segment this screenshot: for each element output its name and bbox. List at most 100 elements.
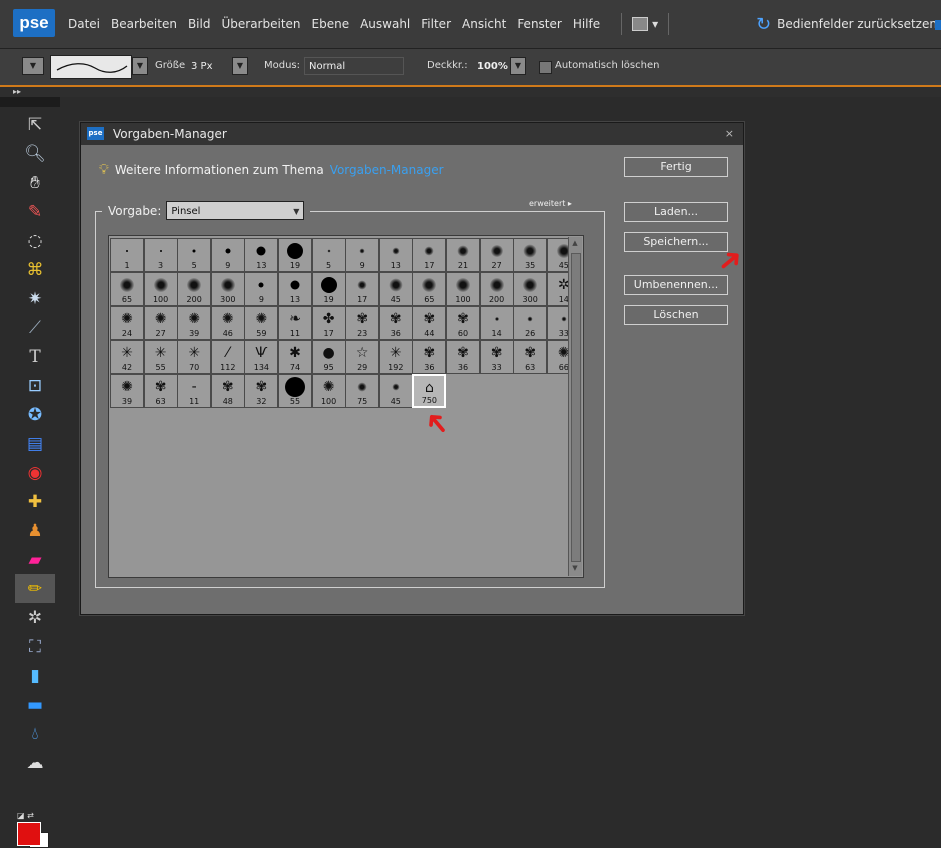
brush-preset[interactable]: ✾ 63 xyxy=(513,340,548,374)
brush-preset[interactable]: 21 xyxy=(446,238,480,272)
brush-preset[interactable]: ✳ 42 xyxy=(110,340,144,374)
menu-datei[interactable]: Datei xyxy=(68,17,100,31)
brush-preset[interactable]: 75 xyxy=(345,374,380,408)
shape-tool-icon[interactable]: ▬ xyxy=(15,690,55,719)
brush-preset[interactable]: ✤ 17 xyxy=(311,306,346,340)
sponge-tool-icon[interactable]: ☁ xyxy=(15,748,55,777)
brush-preset[interactable]: 17 xyxy=(412,238,447,272)
zoom-tool-icon[interactable]: 🔍︎ xyxy=(15,139,55,168)
mode-select[interactable]: Normal xyxy=(304,57,404,75)
brush-preset[interactable]: ✺ 39 xyxy=(110,374,144,408)
menu-ueberarbeiten[interactable]: Überarbeiten xyxy=(221,17,300,31)
layout-button[interactable]: ▾ xyxy=(632,17,658,31)
info-link[interactable]: Vorgaben-Manager xyxy=(330,163,444,177)
menu-auswahl[interactable]: Auswahl xyxy=(360,17,410,31)
scroll-up-icon[interactable]: ▲ xyxy=(570,239,580,249)
brush-preset[interactable]: ✺ 27 xyxy=(143,306,178,340)
lasso-tool-icon[interactable]: ⌘ xyxy=(15,255,55,284)
crop-tool-icon[interactable]: ⊡ xyxy=(15,371,55,400)
brush-preset[interactable]: 35 xyxy=(513,238,548,272)
brush-preset[interactable]: 45 xyxy=(378,374,413,408)
brush-preset[interactable]: ✳ 70 xyxy=(177,340,212,374)
menu-ansicht[interactable]: Ansicht xyxy=(462,17,506,31)
brush-preset[interactable]: 13 xyxy=(278,272,312,306)
opacity-field[interactable]: 100% xyxy=(472,57,508,75)
menu-hilfe[interactable]: Hilfe xyxy=(573,17,600,31)
brush-preset[interactable]: ☆ 29 xyxy=(345,340,380,374)
brush-preset[interactable]: ✾ 36 xyxy=(446,340,480,374)
brush-preset[interactable]: 9 xyxy=(345,238,380,272)
brush-preset[interactable]: 300 xyxy=(210,272,245,306)
menu-fenster[interactable]: Fenster xyxy=(517,17,562,31)
foreground-color-swatch[interactable] xyxy=(17,822,41,846)
menu-filter[interactable]: Filter xyxy=(421,17,451,31)
smart-brush-tool-icon[interactable]: ✲ xyxy=(15,603,55,632)
scroll-thumb[interactable] xyxy=(571,253,581,562)
brush-preset[interactable]: 9 xyxy=(244,272,279,306)
brush-preset[interactable]: ✾ 63 xyxy=(143,374,178,408)
brush-preset[interactable]: 13 xyxy=(378,238,413,272)
delete-button[interactable]: Löschen xyxy=(624,305,728,325)
brush-preset[interactable]: 26 xyxy=(513,306,548,340)
tool-preset-dropdown[interactable]: ▼ xyxy=(22,57,44,75)
brush-preset[interactable]: 300 xyxy=(513,272,548,306)
brush-preset[interactable]: 5 xyxy=(177,238,212,272)
hand-tool-icon[interactable]: ✋︎ xyxy=(15,168,55,197)
brush-preset[interactable]: 100 xyxy=(446,272,480,306)
brush-preset[interactable]: ✾ 36 xyxy=(378,306,413,340)
brush-preset[interactable]: 19 xyxy=(278,238,312,272)
opacity-slider-button[interactable]: ▼ xyxy=(510,57,526,75)
clone-stamp-tool-icon[interactable]: ♟ xyxy=(15,516,55,545)
brush-preset[interactable]: ✱ 74 xyxy=(278,340,312,374)
auto-erase-checkbox[interactable] xyxy=(539,61,552,74)
scroll-down-icon[interactable]: ▼ xyxy=(570,564,580,574)
brush-preset[interactable]: ⁄ 112 xyxy=(210,340,245,374)
preset-type-select[interactable]: Pinsel ▼ xyxy=(166,201,305,220)
size-slider-button[interactable]: ▼ xyxy=(232,57,248,75)
advanced-toggle[interactable]: erweitert ▸ xyxy=(526,199,575,208)
brush-dropdown[interactable]: ▼ xyxy=(132,57,148,75)
brush-preset[interactable]: ✺ 46 xyxy=(210,306,245,340)
eyedropper-tool-icon[interactable]: ✎ xyxy=(15,197,55,226)
brush-preset[interactable]: ✾ 23 xyxy=(345,306,380,340)
marquee-tool-icon[interactable]: ◌ xyxy=(15,226,55,255)
reset-panels-button[interactable]: ↻ Bedienfelder zurücksetzen xyxy=(756,0,937,48)
brush-preset[interactable]: 45 xyxy=(378,272,413,306)
brush-preset[interactable]: ❧ 11 xyxy=(278,306,312,340)
brush-preset[interactable]: ✾ 48 xyxy=(210,374,245,408)
swap-colors-icon[interactable]: ◪ ⇄ xyxy=(17,811,34,820)
straighten-tool-icon[interactable]: ▤ xyxy=(15,429,55,458)
brush-preview[interactable] xyxy=(50,55,132,79)
expand-panel-icon[interactable]: ▸▸ xyxy=(13,87,21,96)
brush-preset[interactable]: - 11 xyxy=(177,374,212,408)
brush-preset[interactable]: ✾ 44 xyxy=(412,306,447,340)
close-icon[interactable]: × xyxy=(725,123,734,145)
brush-preset[interactable]: 3 xyxy=(143,238,178,272)
brush-preset[interactable]: ✺ 59 xyxy=(244,306,279,340)
paint-bucket-tool-icon[interactable]: ⛶ xyxy=(15,632,55,661)
magic-wand-tool-icon[interactable]: ✷ xyxy=(15,284,55,313)
brush-preset[interactable]: ✾ 32 xyxy=(244,374,279,408)
brush-preset[interactable]: ✺ 100 xyxy=(311,374,346,408)
brush-preset[interactable]: 1 xyxy=(110,238,144,272)
brush-preset[interactable]: ✾ 60 xyxy=(446,306,480,340)
brush-preset[interactable]: 200 xyxy=(479,272,514,306)
brush-preset[interactable]: ● 95 xyxy=(311,340,346,374)
eraser-tool-icon[interactable]: ▰ xyxy=(15,545,55,574)
move-tool-icon[interactable]: ⇱ xyxy=(15,110,55,139)
rename-button[interactable]: Umbenennen... xyxy=(624,275,728,295)
brush-preset[interactable]: 19 xyxy=(311,272,346,306)
menu-ebene[interactable]: Ebene xyxy=(312,17,350,31)
brush-preset[interactable]: 14 xyxy=(479,306,514,340)
brush-preset[interactable]: 100 xyxy=(143,272,178,306)
brush-preset[interactable]: 27 xyxy=(479,238,514,272)
brush-preset[interactable]: ✺ 39 xyxy=(177,306,212,340)
selection-brush-tool-icon[interactable]: ⟋ xyxy=(15,313,55,342)
brush-preset-list[interactable]: 1 3 5 9 13 19 5 9 13 17 21 27 35 45 65 100 200 300 9 13 19 17… xyxy=(108,235,584,578)
cookie-cutter-tool-icon[interactable]: ✪ xyxy=(15,400,55,429)
brush-preset[interactable]: ✾ 33 xyxy=(479,340,514,374)
done-button[interactable]: Fertig xyxy=(624,157,728,177)
brush-preset[interactable]: 9 xyxy=(210,238,245,272)
size-field[interactable]: 3 Px xyxy=(186,57,230,75)
gradient-tool-icon[interactable]: ▮ xyxy=(15,661,55,690)
